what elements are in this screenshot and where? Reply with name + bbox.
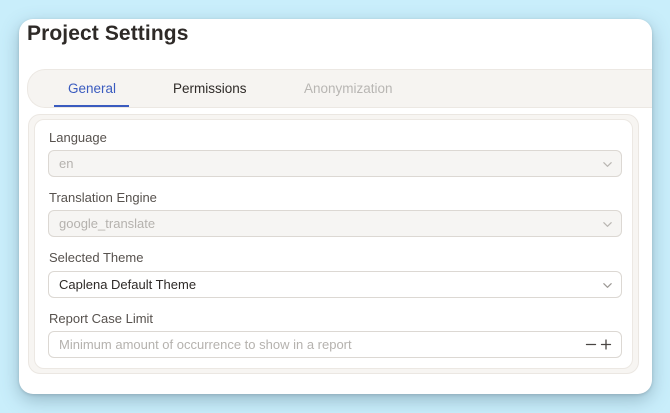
selected-theme-select[interactable]: Caplena Default Theme <box>48 271 622 298</box>
tab-bar: General Permissions Anonymization <box>27 69 652 108</box>
page-title: Project Settings <box>27 22 189 45</box>
selected-theme-value: Caplena Default Theme <box>59 277 197 292</box>
settings-form: Language en Translation Engine google_tr… <box>34 119 633 369</box>
translation-engine-select: google_translate <box>48 210 622 237</box>
language-label: Language <box>49 130 107 145</box>
translation-engine-label: Translation Engine <box>49 190 157 205</box>
chevron-down-icon <box>603 162 612 167</box>
tab-general[interactable]: General <box>53 70 130 107</box>
chevron-down-icon <box>603 222 612 227</box>
translation-engine-value: google_translate <box>59 216 156 231</box>
language-value: en <box>59 156 74 171</box>
general-settings-panel: Language en Translation Engine google_tr… <box>28 114 639 374</box>
chevron-down-icon[interactable] <box>602 280 613 291</box>
language-select: en <box>48 150 622 177</box>
project-settings-card: Project Settings General Permissions Ano… <box>19 19 652 394</box>
tab-anonymization: Anonymization <box>304 81 393 96</box>
report-case-limit-label: Report Case Limit <box>49 311 154 326</box>
report-case-limit-input[interactable] <box>49 332 579 357</box>
minus-icon[interactable] <box>585 338 597 351</box>
tab-permissions[interactable]: Permissions <box>173 70 247 106</box>
report-case-limit-field <box>48 331 622 358</box>
selected-theme-label: Selected Theme <box>49 250 144 265</box>
plus-icon[interactable] <box>600 338 612 351</box>
